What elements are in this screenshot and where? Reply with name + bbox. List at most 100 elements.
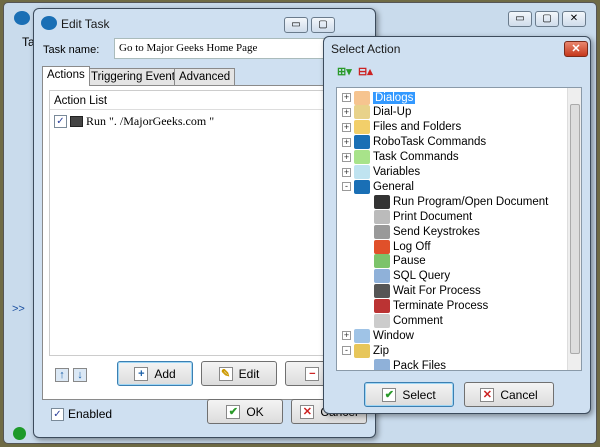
action-list[interactable]: Action List ✓ Run ". /MajorGeeks.com ": [49, 90, 369, 356]
tree-item[interactable]: + Window: [342, 328, 414, 343]
close-button[interactable]: ✕: [562, 11, 586, 27]
tree-item-label: Run Program/Open Document: [393, 195, 549, 208]
ok-label: OK: [246, 404, 264, 419]
tree-item-label: Zip: [373, 344, 389, 357]
tree-item[interactable]: Terminate Process: [374, 299, 488, 314]
enabled-checkbox[interactable]: ✓ Enabled: [51, 407, 112, 421]
tree-item[interactable]: Pack Files: [374, 358, 447, 371]
tree-item-label: Dial-Up: [373, 106, 412, 119]
tree-item[interactable]: Print Document: [374, 209, 472, 224]
tree-item-label: Print Document: [393, 210, 473, 223]
sql-icon: [374, 269, 390, 284]
maximize-button[interactable]: ▢: [535, 11, 559, 27]
task-icon: [354, 150, 370, 165]
vertical-scrollbar[interactable]: [567, 88, 581, 370]
tree-item-label: Dialogs: [373, 91, 416, 104]
expand-toggle[interactable]: +: [342, 331, 351, 341]
tab-advanced[interactable]: Advanced: [174, 68, 236, 86]
checkbox[interactable]: ✓: [51, 407, 64, 421]
folder-icon: [354, 120, 370, 135]
expand-toggle[interactable]: +: [342, 93, 351, 102]
pause-icon: [374, 254, 390, 269]
minimize-button[interactable]: ▭: [284, 17, 308, 33]
ok-button[interactable]: ✔ OK: [207, 399, 283, 424]
console-icon: [374, 194, 390, 209]
tree-item[interactable]: - General: [342, 179, 414, 194]
main-link[interactable]: >>: [12, 303, 25, 315]
tree-item[interactable]: + Dialogs: [342, 90, 416, 105]
robotask-icon: [41, 16, 57, 30]
cancel-button[interactable]: ✕ Cancel: [464, 382, 554, 407]
expand-toggle[interactable]: -: [342, 182, 351, 192]
scrollbar-thumb[interactable]: [570, 104, 580, 354]
select-label: Select: [402, 387, 436, 402]
action-tree[interactable]: + Dialogs + Dial-Up + Files and Folders + RoboT…: [336, 87, 582, 371]
tree-item[interactable]: + Task Commands: [342, 150, 459, 165]
tree-item-label: Comment: [393, 315, 443, 327]
plus-icon: +: [134, 366, 149, 381]
expand-toggle[interactable]: -: [342, 346, 351, 356]
tree-item[interactable]: + RoboTask Commands: [342, 135, 486, 150]
action-list-header: Action List: [50, 91, 368, 110]
status-indicator: [13, 427, 26, 440]
window-icon: [354, 328, 370, 343]
tree-item[interactable]: Run Program/Open Document: [374, 194, 548, 209]
dialog-icon: [354, 90, 370, 105]
edit-label: Edit: [238, 366, 260, 381]
minimize-button[interactable]: ▭: [508, 11, 532, 27]
tree-item-label: Pack Files: [393, 359, 447, 371]
select-button[interactable]: ✔ Select: [364, 382, 454, 407]
edit-button[interactable]: ✎ Edit: [201, 361, 277, 386]
collapse-all-icon[interactable]: ⊟▴: [358, 65, 373, 78]
expand-toggle[interactable]: +: [342, 152, 351, 162]
tree-item[interactable]: SQL Query: [374, 269, 450, 284]
tab-triggering-events[interactable]: Triggering Events: [86, 68, 186, 86]
tree-item[interactable]: - Zip: [342, 343, 389, 358]
tree-item[interactable]: Pause: [374, 254, 426, 269]
tree-item[interactable]: + Files and Folders: [342, 120, 461, 135]
check-icon: ✔: [226, 404, 241, 419]
tree-item-label: Wait For Process: [393, 285, 481, 298]
wait-process-icon: [374, 284, 390, 299]
tree-item[interactable]: Wait For Process: [374, 284, 481, 299]
select-action-dialog: Select Action ✕ ⊞▾ ⊟▴ + Dialogs + Dial-Up + F…: [323, 36, 591, 414]
tree-item[interactable]: Log Off: [374, 239, 431, 254]
action-row[interactable]: ✓ Run ". /MajorGeeks.com ": [54, 114, 214, 129]
variables-icon: [354, 165, 370, 179]
console-icon: [70, 116, 83, 127]
tree-item[interactable]: + Dial-Up: [342, 105, 411, 120]
move-down-button[interactable]: ↓: [73, 368, 87, 382]
move-up-button[interactable]: ↑: [55, 368, 69, 382]
tree-item-label: SQL Query: [393, 270, 451, 283]
tree-item[interactable]: Comment: [374, 314, 443, 329]
phone-icon: [354, 105, 370, 120]
tree-item[interactable]: Send Keystrokes: [374, 224, 480, 239]
check-icon: ✔: [382, 387, 397, 402]
tab-actions[interactable]: Actions: [42, 66, 90, 86]
tree-item-label: Terminate Process: [393, 300, 489, 313]
robotask-icon: [354, 135, 370, 150]
tree-item[interactable]: + Variables: [342, 165, 420, 180]
dialog-title: Edit Task: [61, 17, 110, 31]
tree-item-label: General: [373, 180, 414, 193]
keyboard-icon: [374, 224, 390, 239]
expand-toggle[interactable]: +: [342, 122, 351, 132]
dialog-title: Select Action: [331, 42, 401, 56]
add-button[interactable]: + Add: [117, 361, 193, 386]
expand-toggle[interactable]: +: [342, 137, 351, 147]
tree-item-label: Pause: [393, 255, 426, 268]
logoff-icon: [374, 239, 390, 254]
action-checkbox[interactable]: ✓: [54, 115, 67, 128]
terminate-process-icon: [374, 299, 390, 314]
maximize-button[interactable]: ▢: [311, 17, 335, 33]
task-name-label: Task name:: [43, 44, 100, 56]
close-button[interactable]: ✕: [564, 41, 588, 57]
expand-toggle[interactable]: +: [342, 167, 351, 177]
comment-icon: [374, 314, 390, 328]
expand-toggle[interactable]: +: [342, 107, 351, 117]
x-icon: ✕: [300, 404, 315, 419]
tree-item-label: Task Commands: [373, 151, 459, 164]
action-label: Run ". /MajorGeeks.com ": [86, 114, 215, 128]
tree-item-label: Files and Folders: [373, 121, 462, 134]
expand-all-icon[interactable]: ⊞▾: [337, 65, 352, 78]
